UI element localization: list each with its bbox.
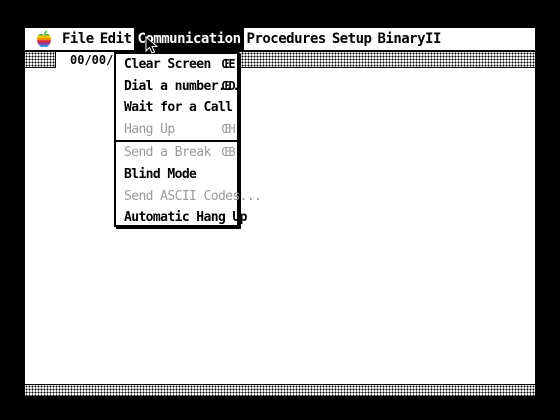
shortcut-label: ŒH — [221, 121, 236, 136]
menuitem-label: Clear Screen — [124, 57, 211, 72]
menuitem-send-a-break: Send a Break ŒB — [116, 142, 237, 164]
shortcut-label: ŒE — [221, 57, 236, 71]
menuitem-automatic-hang-up[interactable]: Automatic Hang Up — [116, 207, 247, 229]
menu-file[interactable]: File — [59, 28, 97, 50]
menu-setup[interactable]: Setup — [329, 28, 375, 50]
menuitem-blind-mode[interactable]: Blind Mode — [116, 164, 237, 186]
apple-logo-icon[interactable] — [33, 28, 55, 50]
bottom-bar — [25, 384, 535, 396]
status-bar: 00/00/00 — [25, 52, 535, 68]
menuitem-label: Hang Up — [124, 121, 175, 137]
menuitem-label: Send a Break — [124, 145, 211, 161]
menuitem-hang-up: Hang Up ŒH — [116, 119, 237, 141]
menuitem-label: Send ASCII Codes... — [124, 188, 262, 204]
menu-procedures[interactable]: Procedures — [244, 28, 329, 50]
menuitem-dial-a-number[interactable]: Dial a number... ŒD — [116, 76, 240, 98]
mouse-pointer-icon — [145, 36, 159, 54]
terminal-screen: File Edit Communication Procedures Setup… — [25, 28, 535, 396]
menu-edit[interactable]: Edit — [97, 28, 135, 50]
menuitem-label: Blind Mode — [124, 166, 197, 182]
menuitem-send-ascii-codes: Send ASCII Codes... — [116, 186, 262, 208]
menuitem-clear-screen[interactable]: Clear Screen ŒE — [116, 54, 237, 76]
shortcut-label: ŒD — [221, 78, 236, 93]
menuitem-label: Automatic Hang Up — [124, 210, 247, 226]
menuitem-label: Wait for a Call — [124, 100, 233, 116]
menuitem-wait-for-a-call[interactable]: Wait for a Call — [116, 97, 237, 119]
menu-binaryii[interactable]: BinaryII — [374, 28, 443, 50]
menu-bar: File Edit Communication Procedures Setup… — [25, 28, 535, 52]
shortcut-label: ŒB — [221, 145, 236, 160]
communication-dropdown-menu: Clear Screen ŒE Dial a number... ŒD Wait… — [114, 52, 262, 229]
